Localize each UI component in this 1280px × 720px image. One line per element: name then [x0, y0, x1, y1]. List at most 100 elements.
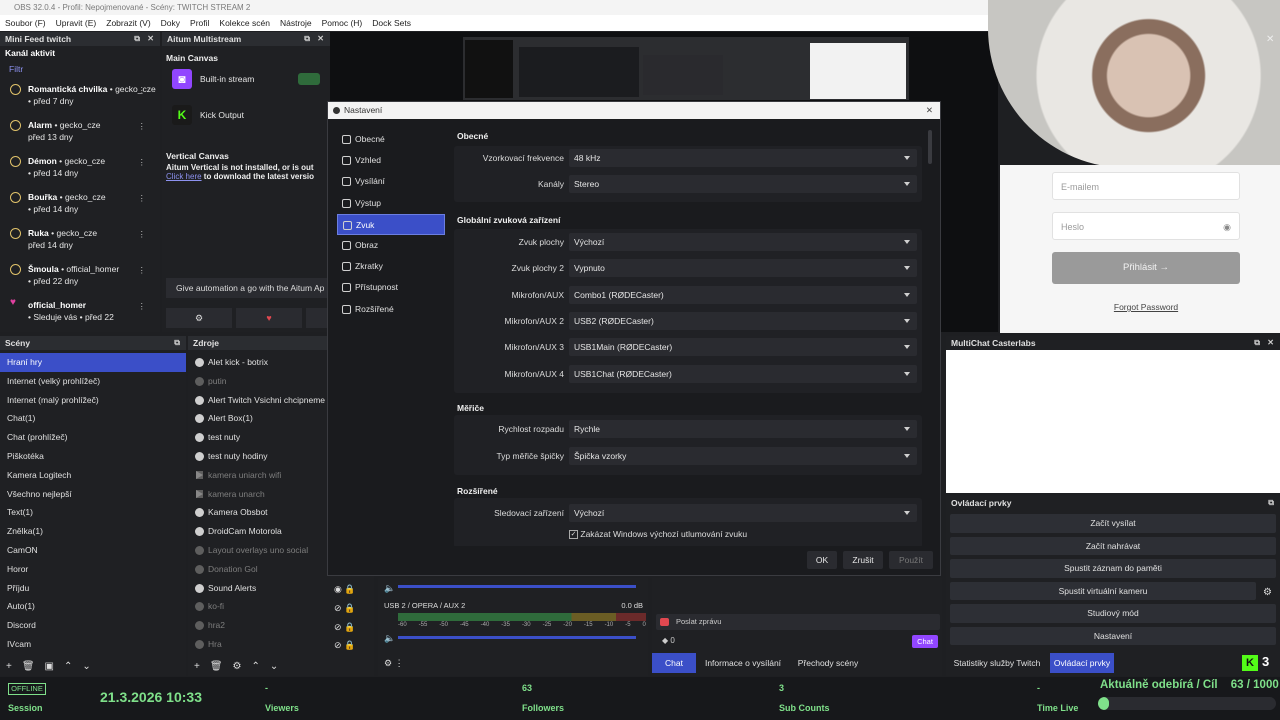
- channels-select[interactable]: Stereo: [569, 175, 917, 193]
- settings-nav-item[interactable]: Výstup: [337, 193, 445, 214]
- filter-icon[interactable]: ▣: [45, 661, 54, 672]
- chat-send-button[interactable]: Chat: [912, 635, 938, 648]
- close-icon[interactable]: ✕: [926, 102, 933, 119]
- device-select[interactable]: Vypnuto: [569, 259, 917, 278]
- scene-item[interactable]: Hraní hry: [0, 353, 186, 372]
- scene-item[interactable]: IVcam: [0, 635, 186, 654]
- start-recording-button[interactable]: Začít nahrávat: [950, 536, 1276, 555]
- settings-nav-item[interactable]: Zvuk: [337, 213, 445, 235]
- start-streaming-button[interactable]: Začít vysílat: [950, 514, 1276, 533]
- device-select[interactable]: Výchozí: [569, 233, 917, 251]
- settings-nav-item[interactable]: Zkratky: [337, 256, 445, 277]
- eye-icon[interactable]: ◉ 🔒: [334, 580, 368, 599]
- forgot-password-link[interactable]: Forgot Password: [1000, 302, 1280, 312]
- login-button[interactable]: Přihlásit →: [1052, 252, 1240, 284]
- menu-item[interactable]: Zobrazit (V): [106, 18, 150, 28]
- scene-item[interactable]: Kamera Logitech: [0, 466, 186, 485]
- chat-input[interactable]: Poslat zprávu: [656, 614, 940, 630]
- virtual-camera-button[interactable]: Spustit virtuální kameru: [950, 581, 1256, 600]
- add-icon[interactable]: +: [194, 661, 200, 672]
- monitor-select[interactable]: Výchozí: [569, 504, 917, 522]
- volume-icon[interactable]: 🔈: [384, 583, 395, 594]
- menu-item[interactable]: Doky: [161, 18, 180, 28]
- eye-icon[interactable]: ◉: [1223, 213, 1231, 241]
- more-icon[interactable]: ⋮: [138, 120, 147, 132]
- eye-off-icon[interactable]: ⊘ 🔒: [334, 599, 368, 618]
- scene-item[interactable]: Příjdu: [0, 579, 186, 598]
- more-icon[interactable]: ⋮: [138, 300, 147, 312]
- feed-item[interactable]: Romantická chvilka • gecko_cze • před 7 d…: [0, 78, 160, 114]
- scene-item[interactable]: Znělka(1): [0, 522, 186, 541]
- device-select[interactable]: Combo1 (RØDECaster): [569, 285, 917, 304]
- trash-icon[interactable]: 🗑: [22, 661, 35, 672]
- settings-nav-item[interactable]: Vysílání: [337, 171, 445, 192]
- settings-nav-item[interactable]: Přístupnost: [337, 277, 445, 298]
- studio-mode-button[interactable]: Studiový mód: [950, 604, 1276, 623]
- heart-icon[interactable]: ♥: [236, 308, 302, 328]
- gear-icon[interactable]: ⚙ ⋮: [384, 658, 404, 669]
- close-icon[interactable]: ✕: [1266, 34, 1274, 45]
- settings-nav-item[interactable]: Obraz: [337, 235, 445, 256]
- eye-off-icon[interactable]: ⊘ 🔒: [334, 636, 368, 655]
- more-icon[interactable]: ⋮: [138, 192, 147, 204]
- tab-transitions[interactable]: Přechody scény: [792, 653, 864, 673]
- gear-icon[interactable]: ⚙: [233, 661, 242, 672]
- peak-select[interactable]: Špička vzorky: [569, 447, 917, 465]
- feed-item[interactable]: Ruka • gecko_cze před 14 dny ⋮: [0, 222, 160, 258]
- scene-item[interactable]: Piškotéka: [0, 447, 186, 466]
- menu-item[interactable]: Nástroje: [280, 18, 312, 28]
- menu-item[interactable]: Profil: [190, 18, 209, 28]
- volume-slider[interactable]: [398, 585, 636, 588]
- chevron-up-icon[interactable]: ⌃: [64, 661, 72, 672]
- menu-item[interactable]: Dock Sets: [372, 18, 411, 28]
- scene-item[interactable]: Chat(1): [0, 409, 186, 428]
- float-icon[interactable]: ⧉: [304, 32, 310, 46]
- device-select[interactable]: USB1Chat (RØDECaster): [569, 364, 917, 383]
- stream-status-icon[interactable]: [298, 73, 320, 85]
- close-icon[interactable]: ✕: [1267, 336, 1274, 350]
- ok-button[interactable]: OK: [807, 551, 837, 569]
- menu-item[interactable]: Soubor (F): [5, 18, 46, 28]
- device-select[interactable]: USB1Main (RØDECaster): [569, 338, 917, 357]
- ducking-checkbox[interactable]: ✓: [569, 530, 578, 540]
- chevron-down-icon[interactable]: ⌄: [82, 661, 90, 672]
- tab-stream-info[interactable]: Informace o vysílání: [700, 653, 786, 673]
- cancel-button[interactable]: Zrušit: [843, 551, 883, 569]
- volume-icon[interactable]: 🔈: [384, 633, 395, 644]
- more-icon[interactable]: ⋮: [138, 84, 147, 96]
- settings-gear-icon[interactable]: ⚙: [166, 308, 232, 328]
- scene-item[interactable]: Internet (velký prohlížeč): [0, 372, 186, 391]
- replay-buffer-button[interactable]: Spustit záznam do paměti: [950, 559, 1276, 578]
- settings-nav-item[interactable]: Obecné: [337, 129, 445, 150]
- eye-off-icon[interactable]: ⊘ 🔒: [334, 618, 368, 637]
- settings-button[interactable]: Nastavení: [950, 626, 1276, 645]
- menu-item[interactable]: Kolekce scén: [219, 18, 270, 28]
- float-icon[interactable]: ⧉: [134, 32, 140, 46]
- automation-banner[interactable]: Give automation a go with the Aitum Ap: [166, 278, 330, 298]
- kick-output-row[interactable]: K Kick Output: [162, 101, 330, 129]
- add-icon[interactable]: +: [6, 661, 12, 672]
- feed-item[interactable]: Démon • gecko_cze • před 14 dny ⋮: [0, 150, 160, 186]
- volume-slider[interactable]: [398, 636, 636, 639]
- scene-item[interactable]: Auto(1): [0, 597, 186, 616]
- chevron-down-icon[interactable]: ⌄: [270, 661, 278, 672]
- trash-icon[interactable]: 🗑: [210, 661, 223, 672]
- sample-rate-select[interactable]: 48 kHz: [569, 149, 917, 167]
- float-icon[interactable]: ⧉: [1268, 496, 1274, 510]
- feed-item[interactable]: Šmoula • official_homer • před 22 dny ⋮: [0, 258, 160, 294]
- scene-item[interactable]: Internet (malý prohlížeč): [0, 391, 186, 410]
- chevron-up-icon[interactable]: ⌃: [252, 661, 260, 672]
- decay-select[interactable]: Rychle: [569, 420, 917, 438]
- more-icon[interactable]: ⋮: [138, 156, 147, 168]
- tab-twitch-stats[interactable]: Statistiky služby Twitch: [948, 653, 1046, 673]
- scene-item[interactable]: Všechno nejlepší: [0, 485, 186, 504]
- click-here-link[interactable]: Click here: [166, 172, 202, 181]
- scrollbar[interactable]: [928, 130, 932, 164]
- scene-item[interactable]: Text(1): [0, 503, 186, 522]
- float-icon[interactable]: ⧉: [1254, 336, 1260, 350]
- feed-item[interactable]: Alarm • gecko_cze před 13 dny ⋮: [0, 114, 160, 150]
- virtual-camera-gear-icon[interactable]: ⚙: [1263, 587, 1272, 598]
- scene-item[interactable]: Discord: [0, 616, 186, 635]
- menu-item[interactable]: Upravit (E): [56, 18, 97, 28]
- email-field[interactable]: E-mailem: [1052, 172, 1240, 200]
